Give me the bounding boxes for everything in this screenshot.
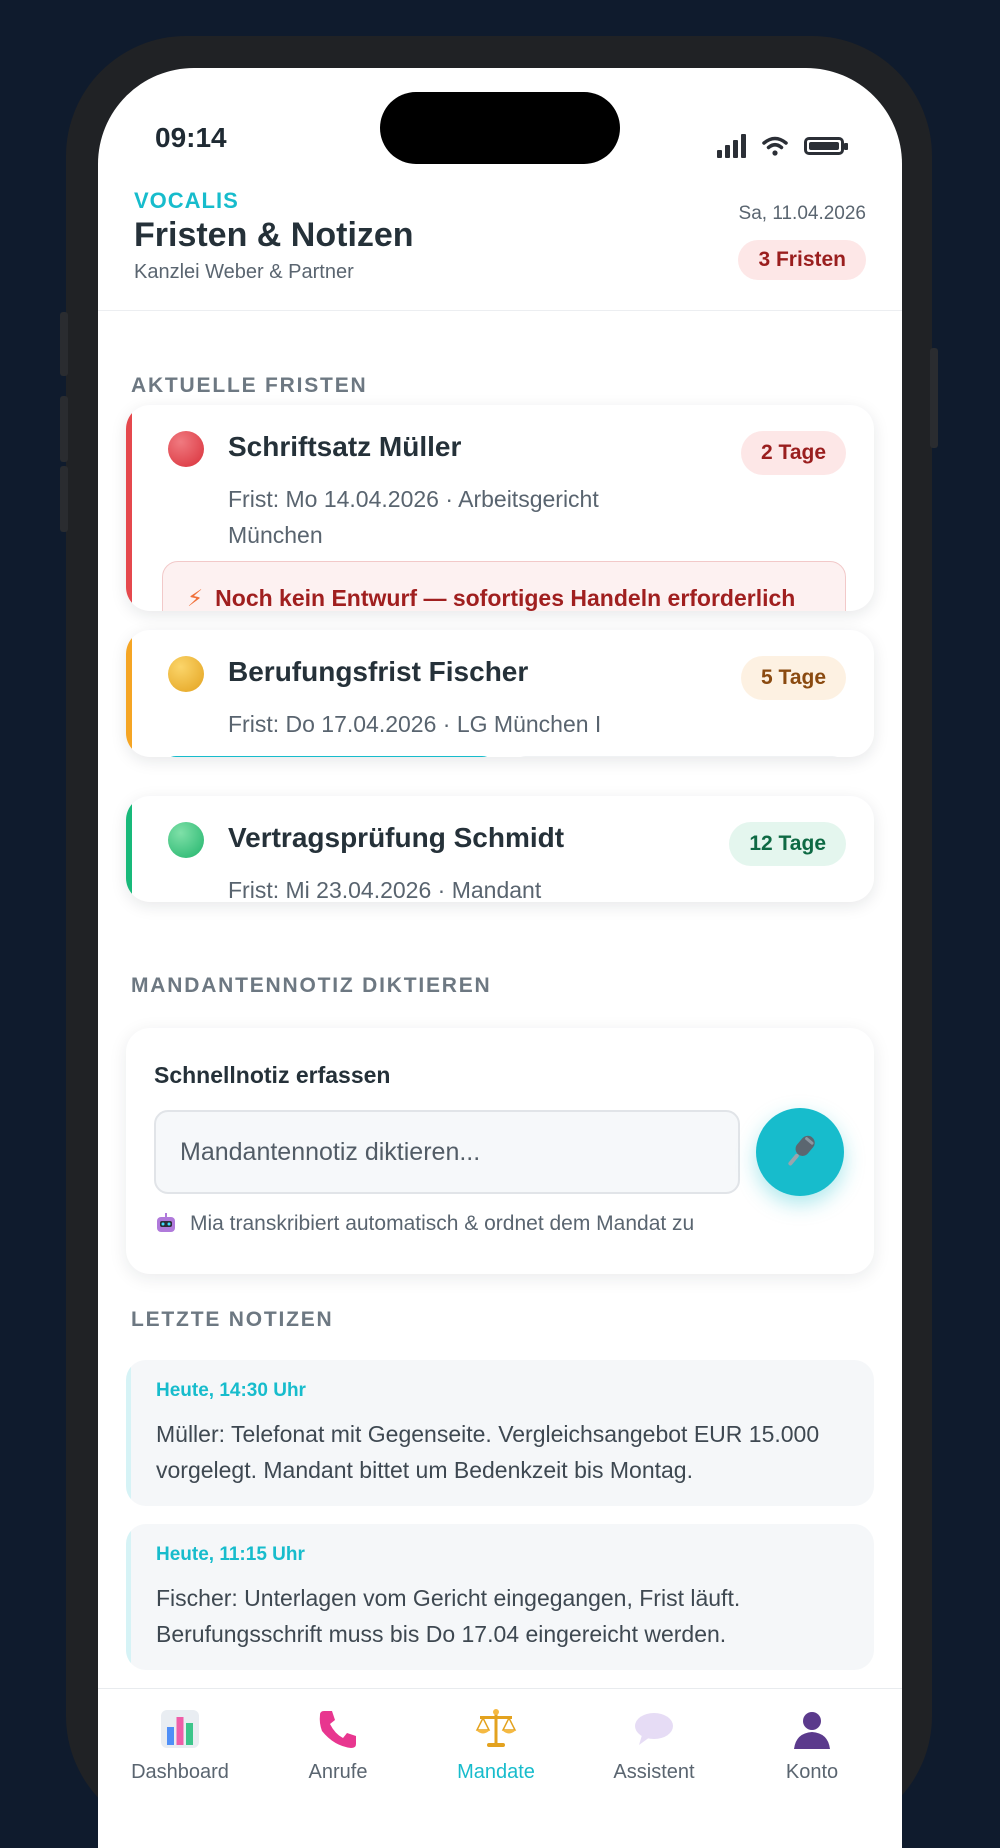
status-icons: [717, 134, 848, 158]
days-remaining-badge: 5 Tage: [741, 656, 846, 700]
deadline-title: Vertragsprüfung Schmidt: [228, 822, 565, 853]
tab-label: Konto: [785, 1761, 839, 1783]
tab-konto[interactable]: Konto: [732, 1701, 892, 1784]
urgency-bar: [126, 796, 132, 902]
scales-icon: [475, 1709, 517, 1747]
primary-action-button[interactable]: [162, 756, 496, 757]
secondary-action-button[interactable]: [512, 756, 846, 757]
microphone-icon: [788, 1135, 815, 1166]
app-header: VOCALIS Fristen & Notizen Kanzlei Weber …: [134, 188, 866, 310]
tab-label: Assistent: [613, 1761, 695, 1783]
transcription-hint: Mia transkribiert automatisch & ordnet d…: [154, 1212, 694, 1236]
section-label-dictate: MANDANTENNOTIZ DIKTIEREN: [131, 974, 492, 997]
deadline-count-badge: 3 Fristen: [738, 240, 866, 280]
wifi-icon: [762, 136, 788, 156]
current-date: Sa, 11.04.2026: [738, 203, 866, 224]
volume-up-button: [60, 396, 68, 462]
tab-label: Anrufe: [308, 1761, 368, 1783]
section-label-recent: LETZTE NOTIZEN: [131, 1308, 334, 1331]
deadline-detail: Frist: Mo 14.04.2026 · Arbeitsgericht Mü…: [228, 486, 599, 548]
robot-icon: [157, 1213, 175, 1232]
note-timestamp: Heute, 11:15 Uhr: [156, 1544, 305, 1565]
tab-assistent[interactable]: Assistent: [574, 1701, 734, 1784]
status-time: 09:14: [155, 122, 227, 153]
deadline-detail: Frist: Mi 23.04.2026 · Mandant: [228, 877, 542, 902]
tab-label: Dashboard: [131, 1761, 229, 1783]
deadline-card-fischer[interactable]: Berufungsfrist Fischer Frist: Do 17.04.2…: [126, 630, 874, 757]
transcription-hint-text: Mia transkribiert automatisch & ordnet d…: [190, 1212, 695, 1235]
section-label-deadlines: AKTUELLE FRISTEN: [131, 374, 368, 397]
tab-mandate[interactable]: Mandate: [416, 1701, 576, 1784]
quick-note-title: Schnellnotiz erfassen: [154, 1062, 391, 1088]
urgency-bar: [126, 630, 132, 757]
note-text: Müller: Telefonat mit Gegenseite. Vergle…: [156, 1421, 820, 1483]
quick-note-card: Schnellnotiz erfassen Mia transkribiert …: [126, 1028, 874, 1274]
urgency-bar: [126, 405, 132, 611]
phone-icon: [319, 1711, 356, 1748]
deadline-title: Schriftsatz Müller: [228, 431, 462, 462]
mute-switch: [60, 312, 68, 376]
recent-note-item[interactable]: Heute, 14:30 Uhr Müller: Telefonat mit G…: [126, 1360, 874, 1506]
tab-anrufe[interactable]: Anrufe: [258, 1701, 418, 1784]
signal-icon: [717, 134, 746, 158]
note-timestamp: Heute, 14:30 Uhr: [156, 1380, 306, 1401]
mic-button[interactable]: [756, 1108, 844, 1196]
lightning-icon: ⚡: [187, 585, 204, 611]
deadline-detail: Frist: Do 17.04.2026 · LG München I: [228, 711, 602, 737]
bottom-tab-bar: Dashboard Anrufe Mandate Assistent Konto: [98, 1688, 902, 1848]
days-remaining-badge: 12 Tage: [729, 822, 846, 866]
note-dictation-input[interactable]: [154, 1110, 740, 1194]
warning-banner[interactable]: ⚡ Noch kein Entwurf — sofortiges Handeln …: [162, 561, 846, 611]
urgent-status-dot: [168, 431, 204, 467]
warning-status-dot: [168, 656, 204, 692]
warning-text: Noch kein Entwurf — sofortiges Handeln e…: [215, 585, 796, 611]
header-divider: [98, 310, 902, 311]
note-text: Fischer: Unterlagen vom Gericht eingegan…: [156, 1585, 741, 1647]
note-accent-bar: [126, 1360, 131, 1506]
dynamic-island: [380, 92, 620, 164]
tab-label: Mandate: [457, 1761, 535, 1783]
deadline-card-mueller[interactable]: Schriftsatz Müller Frist: Mo 14.04.2026 …: [126, 405, 874, 611]
bar-chart-icon: [161, 1710, 199, 1748]
deadline-title: Berufungsfrist Fischer: [228, 656, 529, 687]
deadline-card-schmidt[interactable]: Vertragsprüfung Schmidt Frist: Mi 23.04.…: [126, 796, 874, 902]
ok-status-dot: [168, 822, 204, 858]
person-icon: [794, 1712, 830, 1749]
power-button: [930, 348, 938, 448]
volume-down-button: [60, 466, 68, 532]
app-screen: 09:14 VOCALIS Fristen & Notizen Kanzlei …: [98, 68, 902, 1848]
recent-note-item[interactable]: Heute, 11:15 Uhr Fischer: Unterlagen vom…: [126, 1524, 874, 1670]
note-accent-bar: [126, 1524, 131, 1670]
tab-dashboard[interactable]: Dashboard: [100, 1701, 260, 1784]
speech-bubble-icon: [635, 1713, 673, 1745]
days-remaining-badge: 2 Tage: [741, 431, 846, 475]
battery-icon: [804, 137, 848, 155]
